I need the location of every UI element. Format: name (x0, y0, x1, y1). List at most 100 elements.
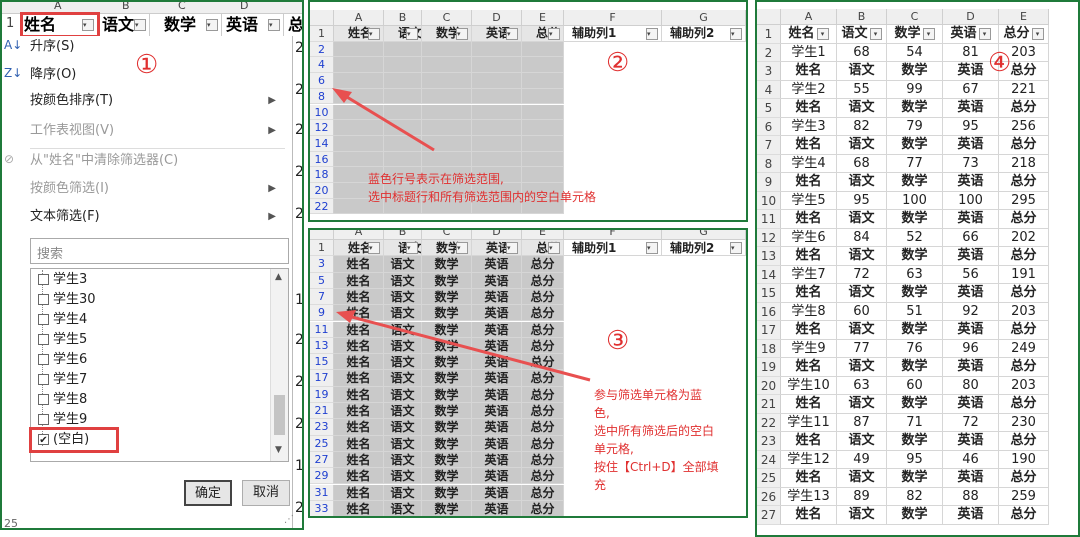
checkbox-icon[interactable] (38, 414, 49, 425)
header-cell: 数学 (887, 432, 943, 451)
cell-text: 英语 (957, 174, 984, 189)
header-cell[interactable]: 数学 ▾ (887, 25, 943, 44)
cell-text: 51 (906, 303, 923, 319)
menu-item-6[interactable]: 文本筛选(F) ▶ (30, 206, 292, 228)
right-col-value: 2 (295, 82, 304, 98)
checkbox-icon[interactable] (38, 374, 49, 385)
filter-dropdown-icon[interactable]: ▾ (206, 19, 218, 31)
cell-text: 80 (962, 377, 979, 393)
cell-text: 学生13 (787, 488, 830, 504)
checkbox-icon[interactable] (38, 294, 49, 305)
menu-item-1[interactable]: 降序(O) (30, 64, 292, 86)
scroll-thumb[interactable] (274, 395, 285, 435)
header-cell-3[interactable]: 英语 ▾ (226, 14, 284, 36)
cell-text: 数学 (901, 470, 928, 485)
row-number: 27 (757, 506, 781, 525)
header-cell: 英语 (943, 210, 999, 229)
header-cell: 英语 (943, 432, 999, 451)
cell-text: 82 (906, 488, 923, 504)
search-placeholder: 搜索 (37, 247, 64, 262)
cell-text: 总分 (1010, 285, 1037, 300)
scroll-up-icon[interactable]: ▲ (275, 272, 282, 282)
right-col-value: 1 (295, 458, 304, 474)
search-input[interactable]: 搜索 (30, 238, 289, 264)
cell-text: 语文 (848, 359, 875, 374)
row-number: 26 (757, 487, 781, 506)
cell-text: 数学 (901, 137, 928, 152)
sheet-select-blank-panel: ABCDEFG姓名▾语文▾数学▾英语▾总分▾辅助列1▾辅助列2▾12468101… (308, 0, 748, 222)
header-cell-1[interactable]: 语文 ▾ (102, 14, 150, 36)
menu-separator (30, 148, 285, 149)
list-item-1[interactable]: 学生30 (38, 290, 96, 310)
list-item-6[interactable]: 学生8 (38, 390, 87, 410)
list-scrollbar[interactable]: ▲ ▼ (270, 269, 288, 461)
header-cell: 语文 (837, 321, 887, 340)
filter-dropdown-icon[interactable]: ▾ (816, 27, 829, 40)
menu-item-0[interactable]: 升序(S) (30, 36, 292, 58)
data-cell: 68 (837, 154, 887, 173)
menu-item-label: 按颜色排序(T) (30, 93, 114, 108)
data-cell: 72 (943, 413, 999, 432)
checkbox-icon[interactable] (38, 334, 49, 345)
cell-text: 英语 (957, 507, 984, 522)
list-item-4[interactable]: 学生6 (38, 350, 87, 370)
header-cell: 数学 (887, 284, 943, 303)
cell-text: 姓名 (795, 470, 822, 485)
header-cell[interactable]: 英语 ▾ (943, 25, 999, 44)
header-cell: 总分 (999, 321, 1049, 340)
cancel-button[interactable]: 取消 (242, 480, 290, 506)
data-cell: 学生7 (781, 265, 837, 284)
list-item-2[interactable]: 学生4 (38, 310, 87, 330)
list-item-3[interactable]: 学生5 (38, 330, 87, 350)
cell-text: 总分 (1010, 470, 1037, 485)
cell-text: 81 (962, 44, 979, 60)
row-number: 20 (757, 376, 781, 395)
data-cell: 63 (837, 376, 887, 395)
cell-text: 学生3 (791, 118, 826, 134)
filter-dropdown-icon[interactable]: ▾ (134, 19, 146, 31)
list-item-label: 学生3 (53, 272, 88, 287)
row-number: 18 (757, 339, 781, 358)
ok-button[interactable]: 确定 (184, 480, 232, 506)
header-cell[interactable]: 总分 ▾ (999, 25, 1049, 44)
filter-dropdown-icon[interactable]: ▾ (268, 19, 280, 31)
checkbox-icon[interactable] (38, 394, 49, 405)
list-item-5[interactable]: 学生7 (38, 370, 87, 390)
list-item-label: 学生7 (53, 372, 88, 387)
header-cell: 语文 (837, 136, 887, 155)
header-cell: 姓名 (781, 395, 837, 414)
checkbox-icon[interactable] (38, 354, 49, 365)
filter-dropdown-icon[interactable]: ▾ (869, 27, 882, 40)
cell-text: 67 (962, 81, 979, 97)
header-cell[interactable]: 语文 ▾ (837, 25, 887, 44)
data-cell: 学生4 (781, 154, 837, 173)
checkbox-icon[interactable] (38, 314, 49, 325)
cell-text: 66 (962, 229, 979, 245)
checkbox-icon[interactable] (38, 274, 49, 285)
cell-text: 语文 (848, 507, 875, 522)
col-header-D: D (943, 9, 999, 25)
result-sheet-panel: A B C D E 1 姓名 ▾ 语文 ▾ 数学 ▾ 英语 ▾ 总分 ▾ 2 学生1 68 54 81 203 3 姓名 语文数… (755, 0, 1080, 537)
cell-text: 学生6 (791, 229, 826, 245)
header-cell: 语文 (837, 432, 887, 451)
header-cell-2[interactable]: 数学 ▾ (164, 14, 222, 36)
data-cell: 259 (999, 487, 1049, 506)
filter-dropdown-icon[interactable]: ▾ (1031, 27, 1044, 40)
row-number: 25 (757, 469, 781, 488)
header-cell: 语文 (837, 506, 887, 525)
header-cell[interactable]: 姓名 ▾ (781, 25, 837, 44)
filter-dropdown-icon[interactable]: ▾ (922, 27, 935, 40)
cell-text: 英语 (957, 285, 984, 300)
cell-text: 语文 (848, 470, 875, 485)
data-cell: 230 (999, 413, 1049, 432)
filter-dropdown-icon[interactable]: ▾ (978, 27, 991, 40)
scroll-down-icon[interactable]: ▼ (275, 445, 282, 455)
list-item-0[interactable]: 学生3 (38, 270, 87, 290)
sheet-edge (293, 36, 302, 528)
row-number: 1 (757, 25, 781, 44)
cell-text: 语文 (848, 137, 875, 152)
right-col-value: 2 (295, 374, 304, 390)
col-header-A: A (781, 9, 837, 25)
header-cell: 姓名 (781, 173, 837, 192)
menu-item-2[interactable]: 按颜色排序(T) ▶ (30, 90, 292, 112)
